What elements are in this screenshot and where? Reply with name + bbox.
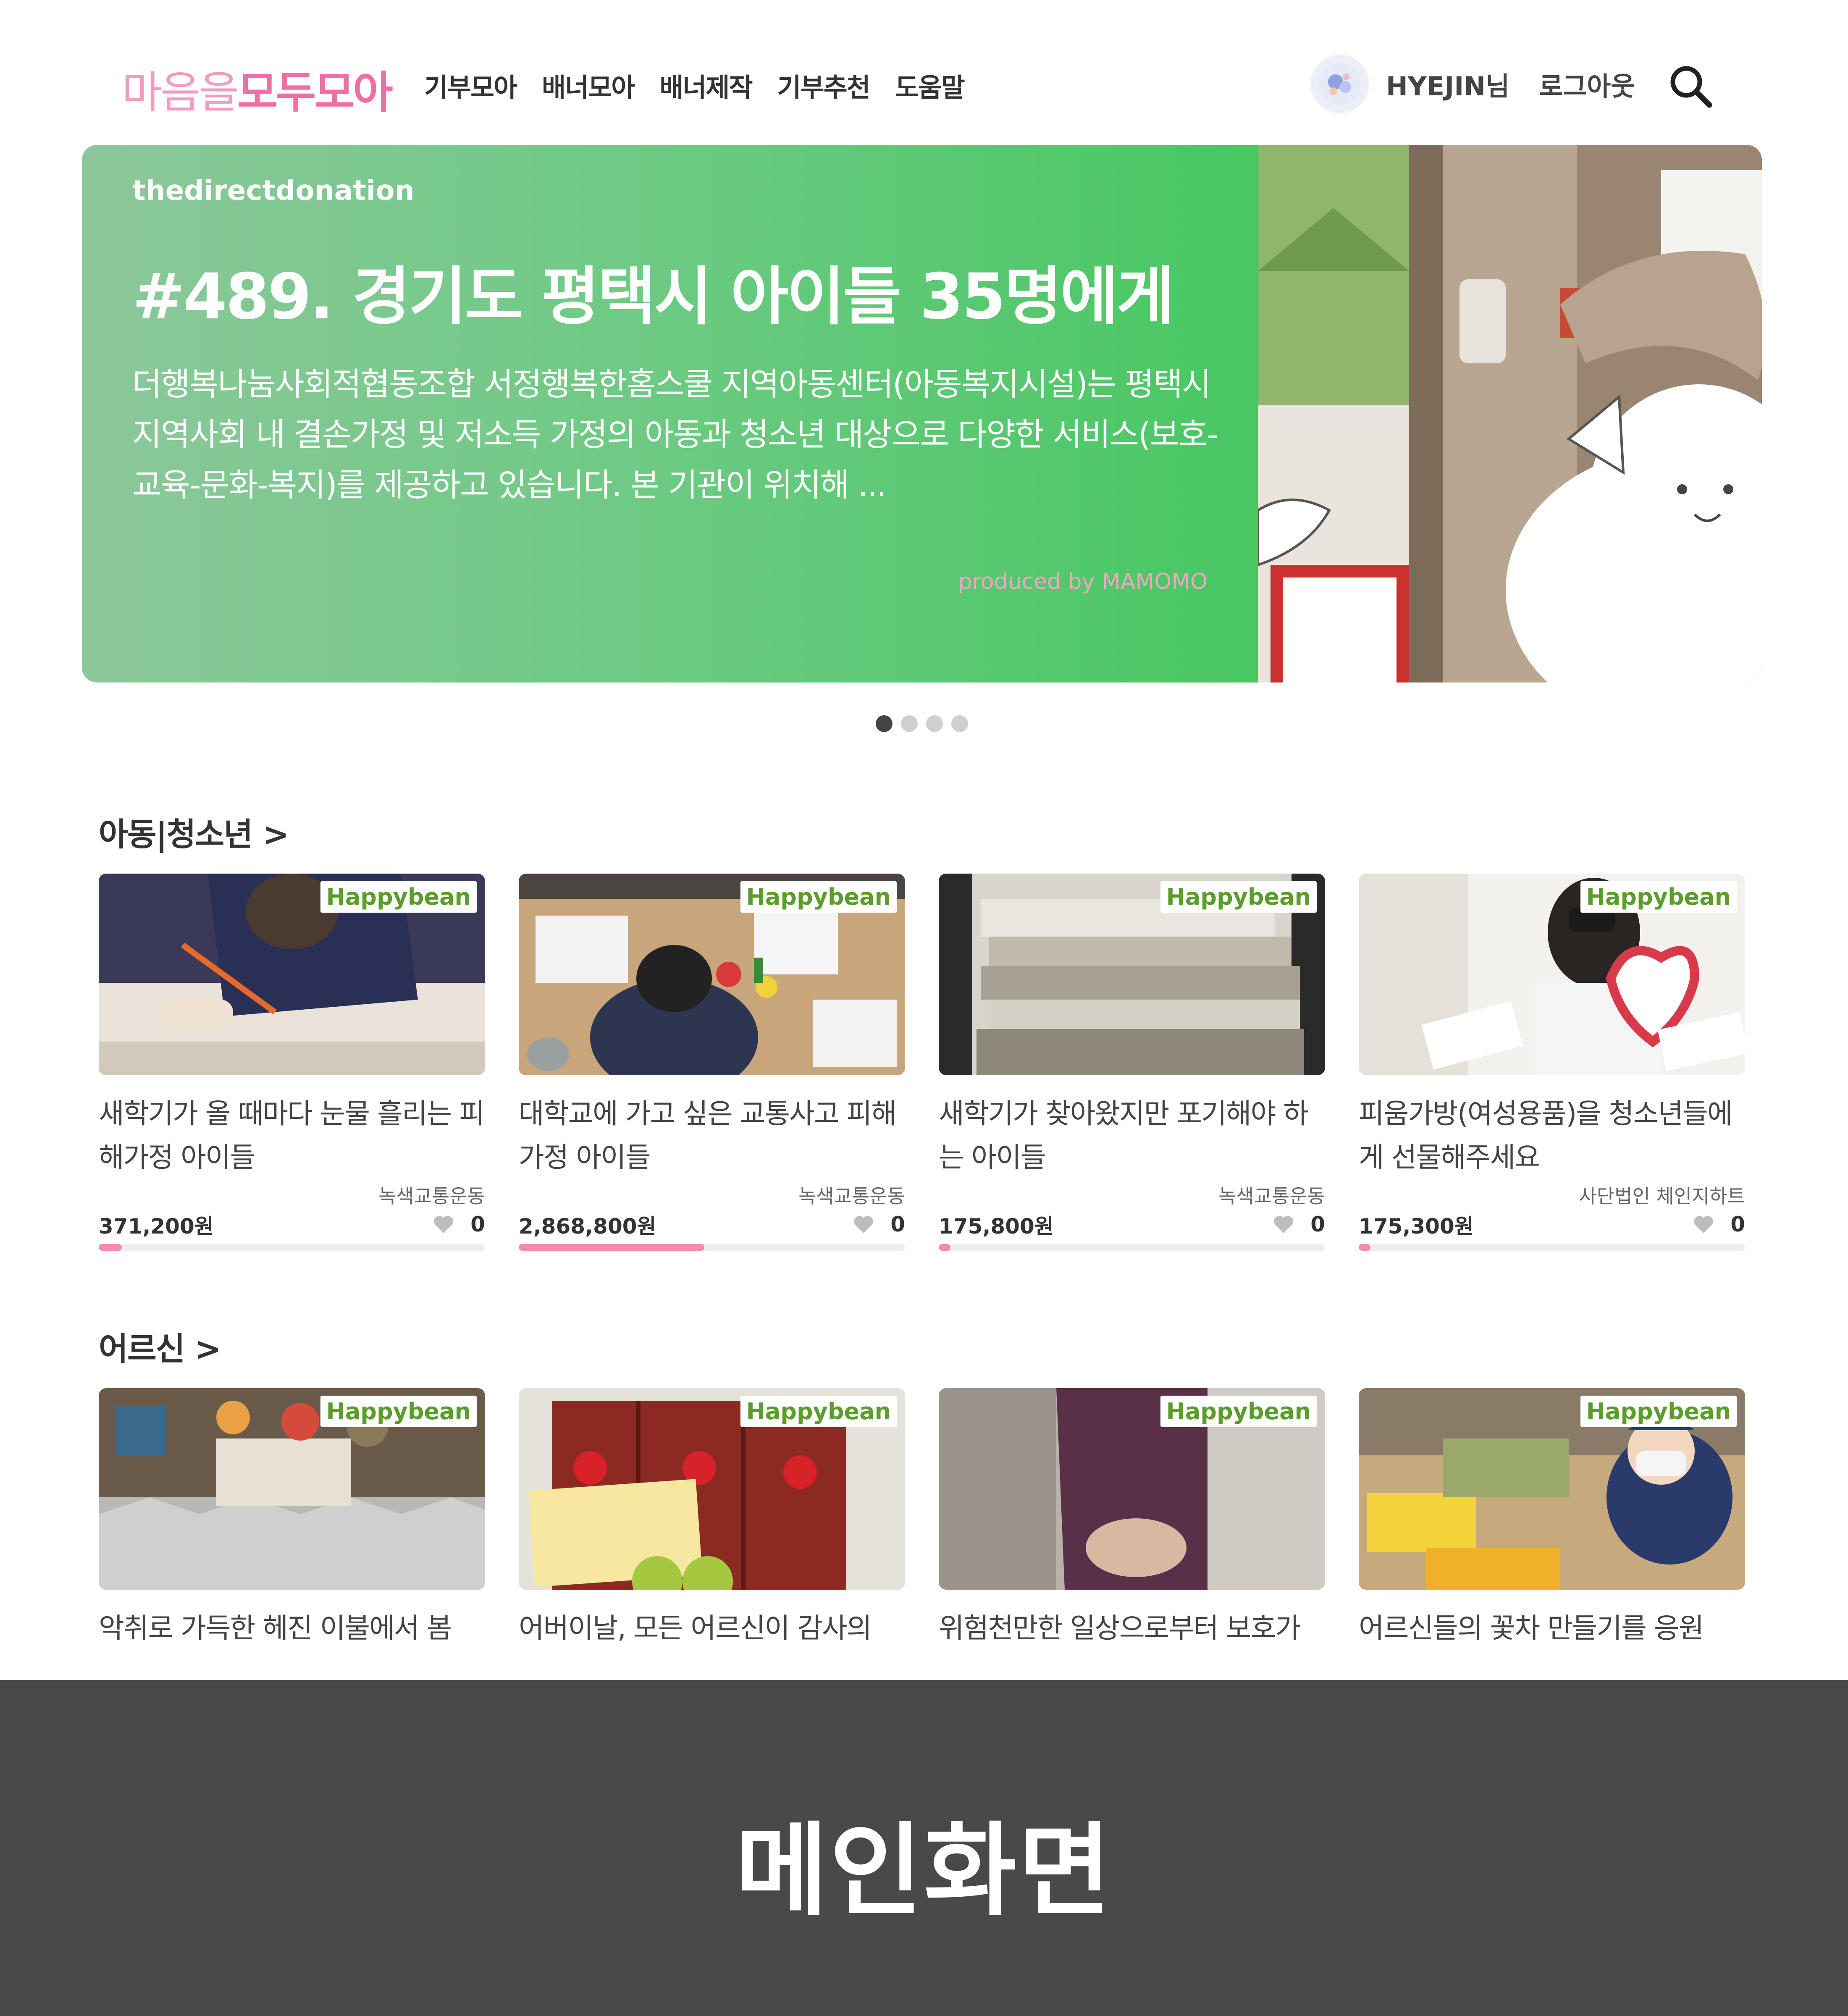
site-logo[interactable]: 마음을모두모아 — [122, 57, 393, 120]
heart-icon[interactable] — [432, 1213, 455, 1236]
donation-card[interactable]: Happybean 새학기가 찾아왔지만 포기해야 하는 아이들 녹색교통운동 … — [939, 874, 1325, 1251]
avatar[interactable] — [1310, 55, 1369, 113]
like-count: 0 — [890, 1212, 905, 1236]
funding-progress-bar — [1359, 1244, 1745, 1251]
banner-photo-illustration — [1258, 145, 1762, 682]
card-likes[interactable]: 0 — [1692, 1212, 1745, 1236]
pagination-dot[interactable] — [951, 715, 968, 732]
card-thumbnail: Happybean — [939, 1388, 1325, 1590]
card-title: 대학교에 가고 싶은 교통사고 피해가정 아이들 — [519, 1097, 897, 1173]
card-thumbnail: Happybean — [99, 1388, 485, 1590]
card-title: 어버이날, 모든 어르신이 감사의 — [519, 1612, 872, 1644]
card-title: 피움가방(여성용품)을 청소년들에게 선물해주세요 — [1359, 1097, 1733, 1173]
donation-card[interactable]: Happybean 새학기가 올 때마다 눈물 흘리는 피해가정 아이들 녹색교… — [99, 874, 485, 1251]
nav-item-donation-collect[interactable]: 기부모아 — [424, 66, 517, 104]
card-amount: 175,300원 — [1359, 1214, 1474, 1239]
avatar-illustration-icon — [1319, 63, 1361, 105]
card-thumbnail: Happybean — [1359, 1388, 1745, 1590]
banner-title: #489. 경기도 평택시 아이들 35명에게 — [132, 260, 1174, 333]
happybean-badge: Happybean — [740, 881, 897, 913]
funding-progress-bar — [519, 1244, 905, 1251]
card-amount: 2,868,800원 — [519, 1214, 656, 1239]
donation-card[interactable]: Happybean 악취로 가득한 헤진 이불에서 봄 — [99, 1388, 485, 1650]
card-likes[interactable]: 0 — [1272, 1212, 1325, 1236]
banner-description: 더행복나눔사회적협동조합 서정행복한홈스쿨 지역아동센터(아동복지시설)는 평택… — [132, 365, 1218, 504]
hero-banner[interactable]: thedirectdonation #489. 경기도 평택시 아이들 35명에… — [82, 145, 1762, 682]
like-count: 0 — [1310, 1212, 1325, 1236]
heart-icon[interactable] — [852, 1213, 875, 1236]
caption-text: 메인화면 — [735, 1812, 1113, 1929]
donation-card[interactable]: Happybean 피움가방(여성용품)을 청소년들에게 선물해주세요 사단법인… — [1359, 874, 1745, 1251]
happybean-badge: Happybean — [1580, 881, 1737, 913]
banner-text-panel: thedirectdonation #489. 경기도 평택시 아이들 35명에… — [82, 145, 1258, 682]
card-title: 새학기가 올 때마다 눈물 흘리는 피해가정 아이들 — [99, 1097, 485, 1173]
nav-item-help[interactable]: 도움말 — [895, 66, 965, 104]
happybean-badge: Happybean — [320, 881, 477, 913]
card-likes[interactable]: 0 — [852, 1212, 905, 1236]
search-icon[interactable] — [1667, 63, 1714, 109]
card-meta: 371,200원 0 — [99, 1206, 485, 1244]
card-organization: 녹색교통운동 — [798, 1185, 905, 1208]
card-amount: 175,800원 — [939, 1214, 1054, 1239]
main-nav: 기부모아 배너모아 배너제작 기부추천 도움말 — [424, 66, 965, 104]
section-title-seniors[interactable]: 어르신 > — [99, 1323, 221, 1369]
card-title: 새학기가 찾아왔지만 포기해야 하는 아이들 — [939, 1097, 1309, 1173]
banner-source: thedirectdonation — [132, 174, 415, 207]
nav-item-banner-create[interactable]: 배너제작 — [659, 66, 753, 104]
funding-progress-bar — [939, 1244, 1325, 1251]
donation-card[interactable]: Happybean 위험천만한 일상으로부터 보호가 — [939, 1388, 1325, 1650]
banner-credit: produced by MAMOMO — [958, 569, 1208, 594]
card-meta: 2,868,800원 0 — [519, 1206, 905, 1244]
card-thumbnail: Happybean — [99, 874, 485, 1075]
funding-progress-bar — [99, 1244, 485, 1251]
banner-photo — [1258, 145, 1762, 682]
logout-link[interactable]: 로그아웃 — [1539, 65, 1635, 103]
card-title: 위험천만한 일상으로부터 보호가 — [939, 1612, 1301, 1644]
happybean-badge: Happybean — [1160, 1396, 1317, 1427]
pagination-dot[interactable] — [876, 715, 892, 732]
card-thumbnail: Happybean — [519, 874, 905, 1075]
happybean-badge: Happybean — [1580, 1396, 1737, 1427]
heart-icon[interactable] — [1692, 1213, 1715, 1236]
card-title: 어르신들의 꽃차 만들기를 응원 — [1359, 1612, 1704, 1644]
card-likes[interactable]: 0 — [432, 1212, 485, 1236]
happybean-badge: Happybean — [320, 1396, 477, 1427]
user-name: HYEJIN님 — [1386, 71, 1510, 102]
user-area: HYEJIN님 로그아웃 — [1310, 55, 1635, 113]
progress-fill — [99, 1244, 122, 1251]
card-meta: 175,300원 0 — [1359, 1206, 1745, 1244]
donation-card[interactable]: Happybean 어르신들의 꽃차 만들기를 응원 — [1359, 1388, 1745, 1650]
pagination-dot[interactable] — [901, 715, 918, 732]
card-organization: 녹색교통운동 — [378, 1185, 485, 1208]
donation-card[interactable]: Happybean 대학교에 가고 싶은 교통사고 피해가정 아이들 녹색교통운… — [519, 874, 905, 1251]
logo-text-part1: 마음을 — [122, 67, 239, 118]
like-count: 0 — [1730, 1212, 1745, 1236]
card-thumbnail: Happybean — [519, 1388, 905, 1590]
donation-card[interactable]: Happybean 어버이날, 모든 어르신이 감사의 — [519, 1388, 905, 1650]
progress-fill — [519, 1244, 704, 1251]
caption-bar: 메인화면 — [0, 1680, 1848, 2016]
card-title: 악취로 가득한 헤진 이불에서 봄 — [99, 1612, 452, 1644]
heart-icon[interactable] — [1272, 1213, 1295, 1236]
card-meta: 175,800원 0 — [939, 1206, 1325, 1244]
happybean-badge: Happybean — [1160, 881, 1317, 913]
progress-fill — [1359, 1244, 1370, 1251]
card-amount: 371,200원 — [99, 1214, 214, 1239]
card-thumbnail: Happybean — [1359, 874, 1745, 1075]
logo-text-part2: 모두모아 — [237, 67, 393, 118]
section-title-children[interactable]: 아동|청소년 > — [99, 808, 289, 855]
card-organization: 녹색교통운동 — [1218, 1185, 1325, 1208]
like-count: 0 — [470, 1212, 485, 1236]
nav-item-donation-recommend[interactable]: 기부추천 — [777, 66, 871, 104]
progress-fill — [939, 1244, 950, 1251]
pagination-dot[interactable] — [926, 715, 943, 732]
banner-pagination — [876, 715, 968, 732]
happybean-badge: Happybean — [740, 1396, 897, 1427]
card-organization: 사단법인 체인지하트 — [1579, 1185, 1745, 1208]
site-header: 마음을모두모아 기부모아 배너모아 배너제작 기부추천 도움말 HYEJIN님 … — [0, 0, 1848, 143]
nav-item-banner-collect[interactable]: 배너모아 — [542, 66, 635, 104]
card-thumbnail: Happybean — [939, 874, 1325, 1075]
